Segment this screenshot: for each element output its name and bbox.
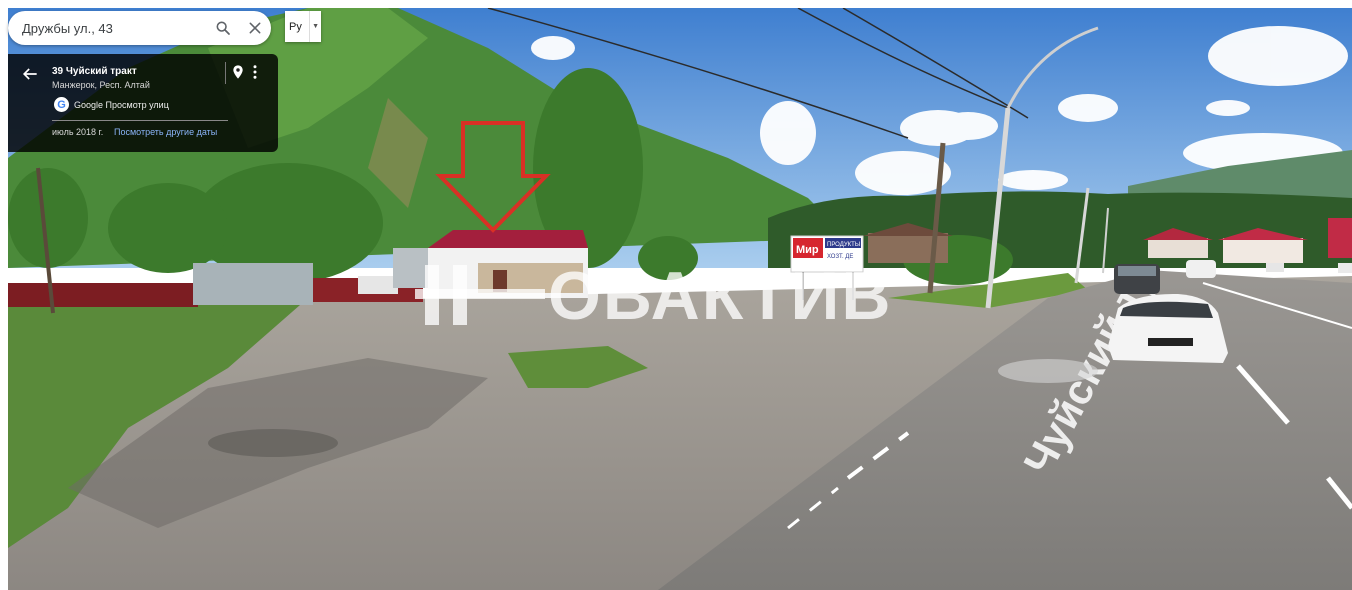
watermark-text: ОВАКТИВ xyxy=(548,258,893,334)
card-divider xyxy=(52,120,228,121)
search-input[interactable] xyxy=(20,19,204,37)
provider-label: Google Просмотр улиц xyxy=(74,100,169,110)
svg-text:ПРОДУКТЫ: ПРОДУКТЫ xyxy=(827,242,860,248)
car-white xyxy=(1108,293,1228,363)
clear-search-button[interactable] xyxy=(242,15,268,41)
search-button[interactable] xyxy=(210,15,236,41)
google-logo-icon: G xyxy=(54,97,69,112)
language-dropdown[interactable]: Ру ▼ xyxy=(285,11,321,42)
red-fence xyxy=(8,283,198,307)
place-info-card: 39 Чуйский тракт Манжерок, Респ. Алтай G… xyxy=(8,54,278,152)
svg-text:Мир: Мир xyxy=(796,244,819,256)
divider xyxy=(225,62,226,84)
more-vert-icon[interactable] xyxy=(250,63,260,81)
other-dates-link[interactable]: Посмотреть другие даты xyxy=(114,127,217,137)
language-label: Ру xyxy=(289,20,302,33)
close-icon xyxy=(249,22,261,34)
watermark-logo xyxy=(415,265,545,325)
back-arrow-icon[interactable] xyxy=(20,64,40,84)
location-pin-icon[interactable] xyxy=(230,63,246,81)
search-box[interactable] xyxy=(8,11,271,45)
chevron-down-icon: ▼ xyxy=(309,11,321,42)
place-title: 39 Чуйский тракт xyxy=(52,66,137,77)
containers xyxy=(193,263,313,305)
car-dark xyxy=(1114,264,1160,294)
place-subtitle: Манжерок, Респ. Алтай xyxy=(52,80,150,90)
capture-date: июль 2018 г. xyxy=(52,127,104,137)
search-icon xyxy=(216,21,230,35)
